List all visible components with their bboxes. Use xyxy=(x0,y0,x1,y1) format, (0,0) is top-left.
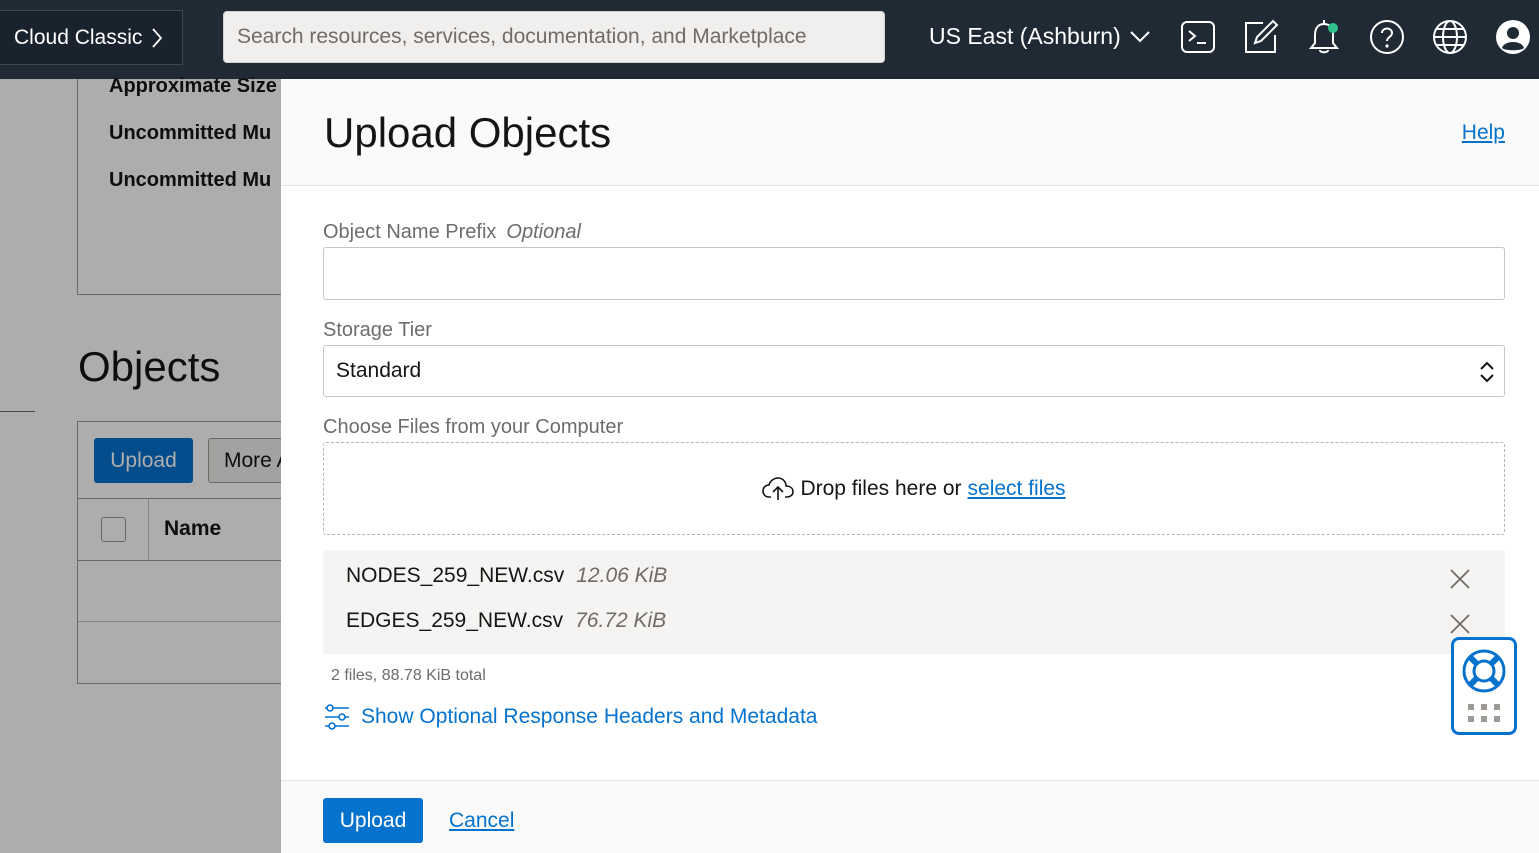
help-link[interactable]: Help xyxy=(1462,121,1505,145)
file-item: NODES_259_NEW.csv 12.06 KiB xyxy=(346,561,667,591)
cloud-upload-icon xyxy=(762,476,795,500)
drag-handle-icon[interactable] xyxy=(1468,704,1500,724)
object-name-prefix-input[interactable] xyxy=(323,247,1505,300)
user-profile-icon xyxy=(1496,20,1530,54)
cloud-shell-button[interactable] xyxy=(1178,17,1218,57)
global-search-input[interactable] xyxy=(223,11,885,63)
selected-files-list: NODES_259_NEW.csv 12.06 KiB EDGES_259_NE… xyxy=(323,550,1505,654)
storage-tier-label: Storage Tier xyxy=(323,319,432,341)
prefix-label-text: Object Name Prefix xyxy=(323,221,497,243)
optional-headers-label: Show Optional Response Headers and Metad… xyxy=(361,705,818,728)
region-label: US East (Ashburn) xyxy=(929,22,1121,49)
storage-tier-value: Standard xyxy=(336,359,422,382)
optional-tag: Optional xyxy=(506,221,581,243)
file-drop-zone[interactable]: Drop files here or select files xyxy=(323,442,1505,535)
sliders-icon xyxy=(325,704,349,730)
object-name-prefix-label: Object Name Prefix Optional xyxy=(323,221,581,244)
chevron-down-icon xyxy=(1130,31,1150,43)
notifications-button[interactable] xyxy=(1304,17,1344,57)
close-icon xyxy=(1450,614,1470,634)
cloud-shell-icon xyxy=(1181,21,1215,53)
language-globe-icon xyxy=(1433,20,1467,54)
remove-file-button[interactable] xyxy=(1448,612,1472,636)
file-size: 76.72 KiB xyxy=(575,609,667,632)
close-icon xyxy=(1450,569,1470,589)
console-mode-label: Cloud Classic xyxy=(14,25,143,49)
storage-tier-select[interactable]: Standard xyxy=(323,345,1505,397)
region-selector[interactable]: US East (Ashburn) xyxy=(929,18,1151,54)
select-arrows-icon xyxy=(1480,361,1494,383)
drop-text: Drop files here or xyxy=(800,476,962,500)
notification-bell-icon xyxy=(1308,20,1340,54)
files-total-summary: 2 files, 88.78 KiB total xyxy=(331,667,486,684)
cancel-link[interactable]: Cancel xyxy=(449,809,514,833)
optional-headers-link[interactable]: Show Optional Response Headers and Metad… xyxy=(323,703,817,731)
upload-objects-panel: Upload Objects Help Object Name Prefix Op… xyxy=(281,79,1539,853)
lifebuoy-icon xyxy=(1462,649,1506,693)
help-icon xyxy=(1370,20,1404,54)
chevron-right-icon xyxy=(152,27,163,48)
select-files-link[interactable]: select files xyxy=(968,477,1066,501)
edit-icon xyxy=(1245,19,1279,53)
panel-title: Upload Objects xyxy=(324,109,612,156)
panel-header: Upload Objects Help xyxy=(281,79,1539,186)
file-item: EDGES_259_NEW.csv 76.72 KiB xyxy=(346,606,666,636)
support-help-widget[interactable] xyxy=(1451,637,1517,735)
upload-button[interactable]: Upload xyxy=(323,798,423,843)
file-size: 12.06 KiB xyxy=(576,564,668,587)
feedback-button[interactable] xyxy=(1241,17,1281,57)
language-button[interactable] xyxy=(1430,17,1470,57)
file-name: EDGES_259_NEW.csv xyxy=(346,609,564,632)
console-mode-switcher[interactable]: Cloud Classic xyxy=(0,10,183,65)
file-name: NODES_259_NEW.csv xyxy=(346,564,565,587)
panel-footer: Upload Cancel xyxy=(281,780,1539,853)
user-profile-button[interactable] xyxy=(1493,17,1533,57)
choose-files-label: Choose Files from your Computer xyxy=(323,416,624,438)
top-navigation-bar: Cloud Classic US East (Ashburn) xyxy=(0,0,1539,79)
help-menu-button[interactable] xyxy=(1367,17,1407,57)
remove-file-button[interactable] xyxy=(1448,567,1472,591)
